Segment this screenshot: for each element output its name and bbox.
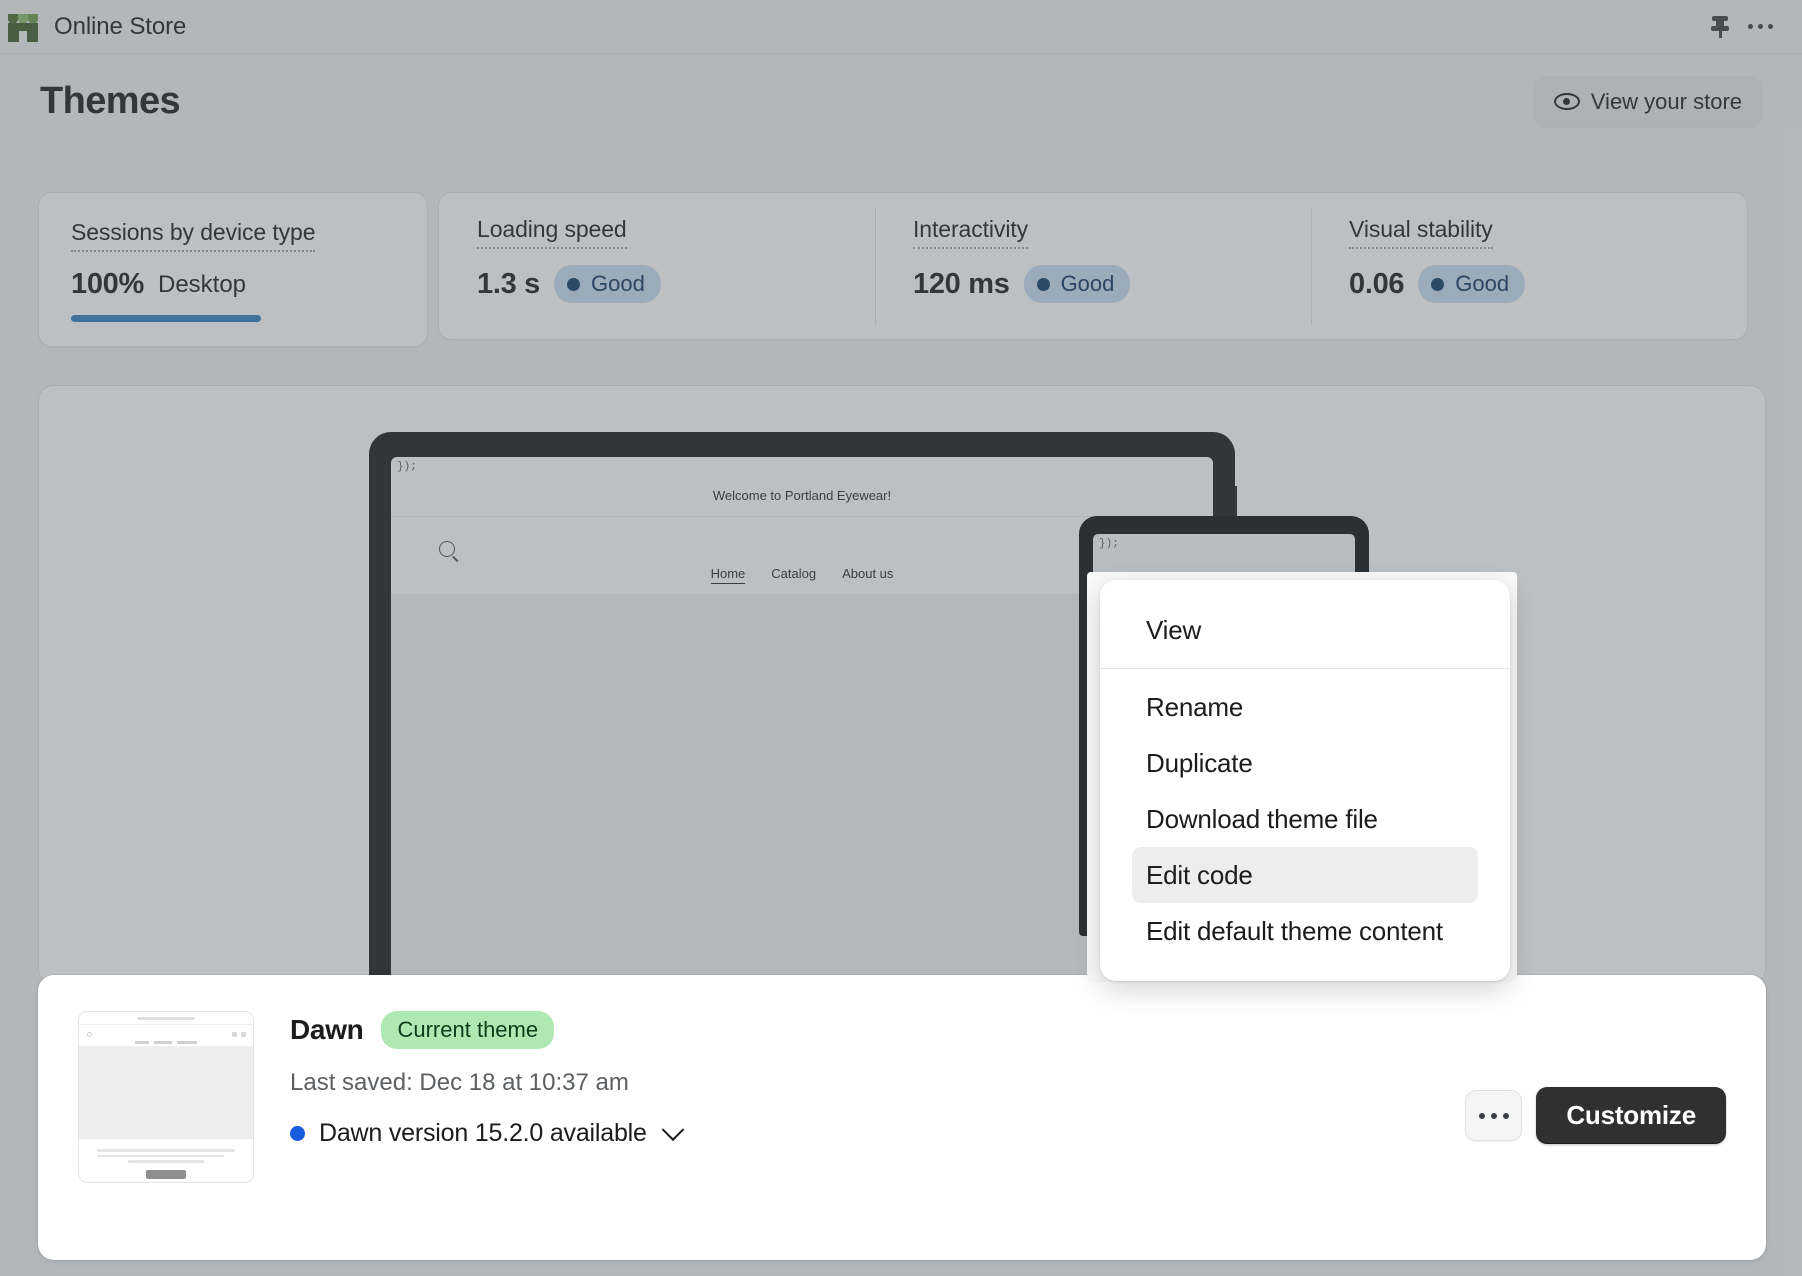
menu-item-edit-code[interactable]: Edit code bbox=[1132, 847, 1478, 903]
visual-stability-label[interactable]: Visual stability bbox=[1349, 216, 1493, 249]
menu-section-secondary: Rename Duplicate Download theme file Edi… bbox=[1100, 669, 1510, 969]
metric-interactivity: Interactivity 120 ms Good bbox=[875, 193, 1311, 339]
storefront-nav-catalog: Catalog bbox=[771, 566, 816, 584]
visual-stability-status-badge: Good bbox=[1418, 265, 1525, 303]
code-fragment-artifact-tablet: }); bbox=[1099, 538, 1119, 550]
performance-card: Loading speed 1.3 s Good Interactivity 1… bbox=[438, 192, 1748, 340]
interactivity-value: 120 ms bbox=[913, 268, 1010, 301]
version-update-text: Dawn version 15.2.0 available bbox=[319, 1119, 647, 1148]
code-fragment-artifact: }); bbox=[397, 461, 417, 473]
menu-item-view[interactable]: View bbox=[1132, 602, 1478, 658]
visual-stability-status-label: Good bbox=[1455, 271, 1509, 297]
sessions-bar bbox=[71, 315, 261, 322]
interactivity-label[interactable]: Interactivity bbox=[913, 216, 1028, 249]
theme-thumbnail bbox=[78, 1011, 254, 1183]
view-your-store-label: View your store bbox=[1591, 89, 1742, 115]
pin-button[interactable] bbox=[1700, 7, 1740, 47]
status-dot-icon bbox=[1431, 278, 1444, 291]
page-header: Themes View your store bbox=[40, 76, 1762, 127]
app-root: Online Store Themes View your store bbox=[0, 0, 1802, 1276]
update-available-dot-icon bbox=[290, 1126, 305, 1141]
current-theme-card: Dawn Current theme Last saved: Dec 18 at… bbox=[38, 975, 1766, 1260]
topbar-divider bbox=[0, 53, 1802, 54]
storefront-nav-about: About us bbox=[842, 566, 893, 584]
chevron-down-icon[interactable] bbox=[661, 1118, 684, 1141]
sessions-value: 100% bbox=[71, 268, 144, 301]
sessions-label[interactable]: Sessions by device type bbox=[71, 219, 315, 252]
visual-stability-value: 0.06 bbox=[1349, 268, 1404, 301]
menu-item-edit-default-theme-content[interactable]: Edit default theme content bbox=[1132, 903, 1478, 959]
menu-item-download-theme-file[interactable]: Download theme file bbox=[1132, 791, 1478, 847]
loading-speed-label[interactable]: Loading speed bbox=[477, 216, 627, 249]
eye-icon bbox=[1554, 93, 1580, 110]
ellipsis-icon bbox=[1748, 24, 1773, 29]
customize-button[interactable]: Customize bbox=[1536, 1087, 1726, 1144]
topbar-title: Online Store bbox=[54, 13, 186, 41]
storefront-nav-home: Home bbox=[711, 566, 746, 584]
view-your-store-button[interactable]: View your store bbox=[1534, 76, 1762, 127]
menu-item-duplicate[interactable]: Duplicate bbox=[1132, 735, 1478, 791]
metric-loading-speed: Loading speed 1.3 s Good bbox=[439, 193, 875, 339]
storefront-icon bbox=[6, 10, 40, 44]
status-dot-icon bbox=[567, 278, 580, 291]
search-icon bbox=[439, 541, 455, 557]
topbar-more-button[interactable] bbox=[1740, 7, 1780, 47]
menu-section-primary: View bbox=[1100, 592, 1510, 668]
page-title: Themes bbox=[40, 80, 180, 123]
metric-visual-stability: Visual stability 0.06 Good bbox=[1311, 193, 1747, 339]
current-theme-badge: Current theme bbox=[381, 1011, 554, 1049]
topbar: Online Store bbox=[0, 0, 1802, 53]
loading-speed-status-badge: Good bbox=[554, 265, 661, 303]
interactivity-status-badge: Good bbox=[1024, 265, 1131, 303]
pin-icon bbox=[1710, 15, 1730, 39]
metrics-row: Sessions by device type 100% Desktop Loa… bbox=[38, 192, 1748, 347]
loading-speed-value: 1.3 s bbox=[477, 268, 540, 301]
theme-name: Dawn bbox=[290, 1014, 363, 1046]
theme-actions-menu: View Rename Duplicate Download theme fil… bbox=[1100, 580, 1510, 981]
theme-more-actions-button[interactable] bbox=[1465, 1090, 1522, 1141]
storefront-announcement-bar: Welcome to Portland Eyewear! bbox=[391, 475, 1213, 517]
loading-speed-status-label: Good bbox=[591, 271, 645, 297]
sessions-device: Desktop bbox=[158, 271, 246, 299]
ellipsis-icon bbox=[1479, 1113, 1509, 1119]
menu-item-rename[interactable]: Rename bbox=[1132, 679, 1478, 735]
interactivity-status-label: Good bbox=[1061, 271, 1115, 297]
status-dot-icon bbox=[1037, 278, 1050, 291]
theme-actions: Customize bbox=[1465, 1087, 1726, 1144]
sessions-by-device-card: Sessions by device type 100% Desktop bbox=[38, 192, 428, 347]
